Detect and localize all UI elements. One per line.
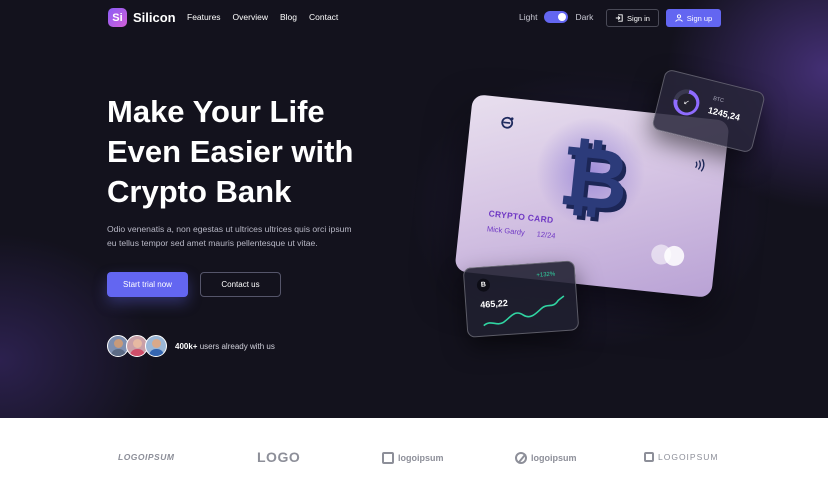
theme-light-label: Light xyxy=(519,12,538,22)
partner-logo-2-text: LOGO xyxy=(257,449,301,465)
price-chart-widget: B +132% 465,22 xyxy=(462,260,580,338)
sparkline-chart xyxy=(483,295,565,327)
headline-line-1: Make Your Life xyxy=(107,94,325,129)
brand-name: Silicon xyxy=(133,10,176,25)
start-trial-button[interactable]: Start trial now xyxy=(107,272,188,297)
login-icon xyxy=(615,14,623,22)
card-title: CRYPTO CARD xyxy=(488,208,554,226)
theme-switcher: Light Dark xyxy=(519,11,593,23)
contact-us-button[interactable]: Contact us xyxy=(200,272,281,297)
headline-line-2: Even Easier with xyxy=(107,134,354,169)
signin-label: Sign in xyxy=(627,13,650,23)
toggle-knob xyxy=(558,13,567,21)
contactless-icon xyxy=(692,157,708,175)
coin-icon: B xyxy=(476,278,491,293)
partner-logo-4-text: logoipsum xyxy=(531,453,577,463)
headline-line-3: Crypto Bank xyxy=(107,174,292,209)
signup-label: Sign up xyxy=(686,13,713,23)
nav-item-contact[interactable]: Contact xyxy=(309,12,338,22)
logo-circle-icon xyxy=(515,452,527,464)
partner-logo-4[interactable]: logoipsum xyxy=(515,452,577,464)
brand-mark-icon: Si xyxy=(108,8,127,27)
users-count-text: 400k+ users already with us xyxy=(175,342,275,351)
progress-gauge-icon: ↙ xyxy=(670,86,703,119)
partner-logo-2[interactable]: LOGO xyxy=(257,449,300,465)
user-icon xyxy=(675,14,683,22)
arrow-icon: ↙ xyxy=(674,90,698,114)
card-holder-name: Mick Gardy xyxy=(486,224,526,238)
partner-logo-5[interactable]: LOGOIPSUM xyxy=(644,452,718,462)
partner-logo-3[interactable]: logoipsum xyxy=(382,452,444,464)
hero-description: Odio venenatis a, non egestas ut ultrice… xyxy=(107,224,352,248)
nav-item-features[interactable]: Features xyxy=(187,12,221,22)
hero-headline: Make Your Life Even Easier with Crypto B… xyxy=(107,92,407,212)
users-count: 400k+ xyxy=(175,341,198,351)
partner-logo-3-text: logoipsum xyxy=(398,453,444,463)
logo-square-icon xyxy=(382,452,394,464)
nav-item-blog[interactable]: Blog xyxy=(280,12,297,22)
bitcoin-icon: ₿ xyxy=(554,125,634,231)
widget-symbol: BTC xyxy=(712,95,725,105)
theme-toggle[interactable] xyxy=(544,11,569,23)
avatar xyxy=(145,335,167,357)
users-social-proof: 400k+ users already with us xyxy=(107,335,275,357)
hero-section: Si Silicon Features Overview Blog Contac… xyxy=(0,0,828,418)
partner-logos: LOGOIPSUM LOGO logoipsum logoipsum LOGOI… xyxy=(0,418,828,496)
card-network-icon xyxy=(650,243,686,267)
signup-button[interactable]: Sign up xyxy=(666,9,721,27)
signin-button[interactable]: Sign in xyxy=(606,9,659,27)
brand-logo[interactable]: Si Silicon xyxy=(108,8,176,27)
widget-value: 1245,24 xyxy=(707,105,742,123)
partner-logo-5-text: LOGOIPSUM xyxy=(658,452,719,462)
users-caption: users already with us xyxy=(197,341,275,351)
logo-square-icon xyxy=(644,452,654,462)
partner-logo-1-text: LOGOIPSUM xyxy=(118,452,175,462)
price-change: +132% xyxy=(536,271,556,279)
card-brand-icon xyxy=(499,115,515,133)
partner-logo-1[interactable]: LOGOIPSUM xyxy=(118,452,174,462)
card-expiry: 12/24 xyxy=(536,229,556,241)
main-nav: Features Overview Blog Contact xyxy=(187,12,338,22)
theme-dark-label: Dark xyxy=(575,12,594,22)
nav-item-overview[interactable]: Overview xyxy=(233,12,268,22)
